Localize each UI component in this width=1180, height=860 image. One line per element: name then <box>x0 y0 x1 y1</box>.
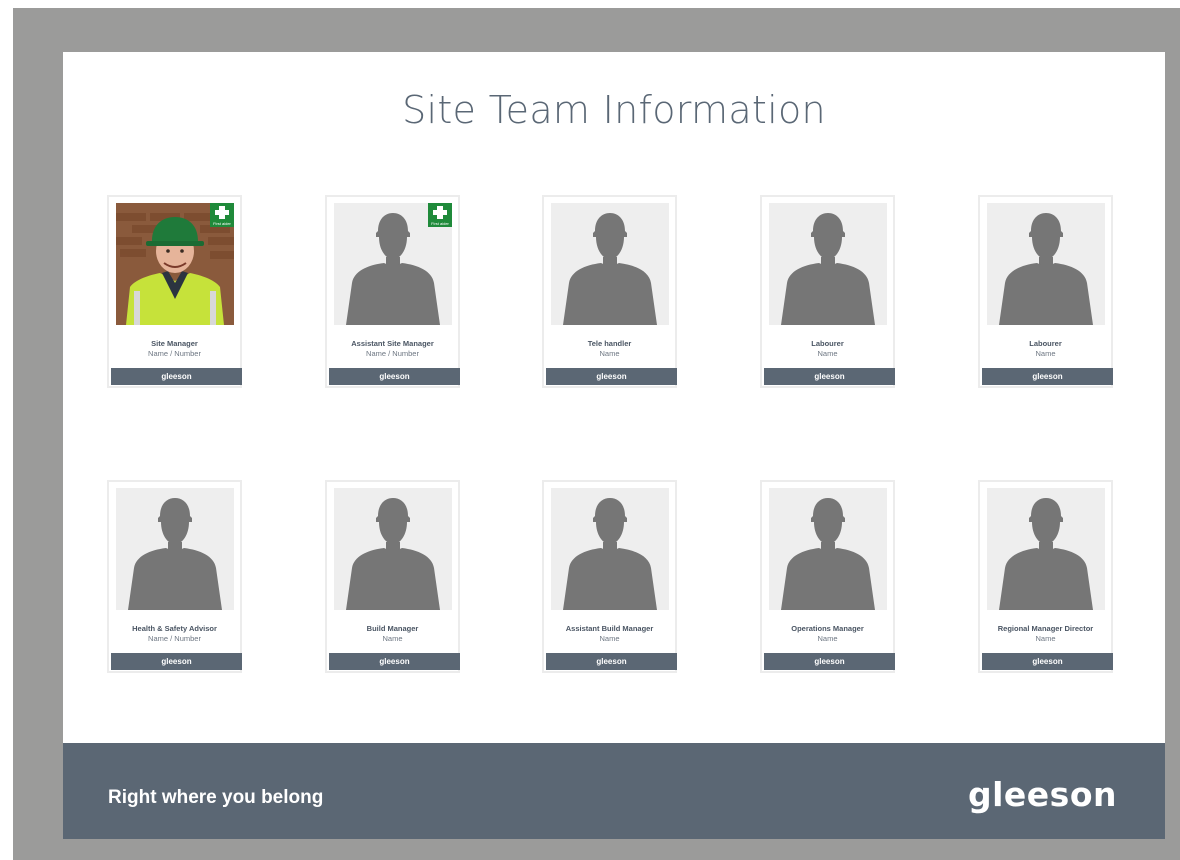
profile-placeholder: First aider <box>334 203 452 325</box>
card-brand-bar: gleeson <box>764 653 895 670</box>
card-role: Regional Manager Director <box>997 624 1094 633</box>
person-silhouette-icon <box>987 488 1105 610</box>
card-brand-bar: gleeson <box>546 653 677 670</box>
team-card: Labourer Name gleeson <box>978 195 1113 388</box>
card-name-field: Name <box>599 634 620 643</box>
card-role: Build Manager <box>366 624 419 633</box>
card-name-field: Name / Number <box>366 349 419 358</box>
card-name-field: Name <box>817 349 838 358</box>
card-role: Operations Manager <box>791 624 864 633</box>
profile-placeholder <box>769 203 887 325</box>
profile-placeholder <box>116 488 234 610</box>
gleeson-logo: gleeson <box>967 775 1117 814</box>
card-name-field: Name <box>1035 634 1056 643</box>
card-role: Site Manager <box>151 339 198 348</box>
card-brand-bar: gleeson <box>546 368 677 385</box>
card-brand-bar: gleeson <box>111 368 242 385</box>
first-aider-label: First aider <box>431 221 449 226</box>
profile-placeholder <box>987 488 1105 610</box>
profile-placeholder <box>769 488 887 610</box>
footer-tagline: Right where you belong <box>108 787 324 808</box>
card-role: Labourer <box>1029 339 1062 348</box>
team-card: Health & Safety Advisor Name / Number glee… <box>107 480 242 673</box>
team-card: Operations Manager Name gleeson <box>760 480 895 673</box>
card-brand-bar: gleeson <box>982 368 1113 385</box>
first-aid-cross-icon: First aider <box>210 203 234 227</box>
info-board: Site Team Information First aider Site Ma… <box>63 52 1165 839</box>
board-frame: Site Team Information First aider Site Ma… <box>13 8 1180 860</box>
footer-bar: Right where you belong gleeson <box>63 743 1165 839</box>
person-silhouette-icon <box>334 488 452 610</box>
profile-photo: First aider <box>116 203 234 325</box>
profile-placeholder <box>551 488 669 610</box>
team-card: First aider Site Manager Name / Number glee… <box>107 195 242 388</box>
page-title: Site Team Information <box>402 88 826 132</box>
card-brand-bar: gleeson <box>764 368 895 385</box>
profile-placeholder <box>551 203 669 325</box>
team-card: Labourer Name gleeson <box>760 195 895 388</box>
first-aider-label: First aider <box>213 221 231 226</box>
person-silhouette-icon <box>987 203 1105 325</box>
card-brand-bar: gleeson <box>329 368 460 385</box>
team-card: First aider Assistant Site Manager Name / … <box>325 195 460 388</box>
team-card: Assistant Build Manager Name gleeson <box>542 480 677 673</box>
card-role: Assistant Site Manager <box>351 339 434 348</box>
card-brand-bar: gleeson <box>982 653 1113 670</box>
card-role: Assistant Build Manager <box>565 624 654 633</box>
card-brand-bar: gleeson <box>111 653 242 670</box>
first-aid-cross-icon: First aider <box>428 203 452 227</box>
card-role: Labourer <box>811 339 844 348</box>
team-card: Regional Manager Director Name gleeson <box>978 480 1113 673</box>
profile-placeholder <box>987 203 1105 325</box>
profile-placeholder <box>334 488 452 610</box>
person-silhouette-icon <box>769 488 887 610</box>
card-name-field: Name <box>817 634 838 643</box>
card-name-field: Name <box>382 634 403 643</box>
card-brand-bar: gleeson <box>329 653 460 670</box>
team-card: Tele handler Name gleeson <box>542 195 677 388</box>
card-name-field: Name / Number <box>148 349 201 358</box>
card-name-field: Name <box>599 349 620 358</box>
card-name-field: Name / Number <box>148 634 201 643</box>
team-card: Build Manager Name gleeson <box>325 480 460 673</box>
person-silhouette-icon <box>769 203 887 325</box>
person-silhouette-icon <box>116 488 234 610</box>
card-name-field: Name <box>1035 349 1056 358</box>
card-role: Health & Safety Advisor <box>132 624 217 633</box>
card-role: Tele handler <box>587 339 632 348</box>
person-silhouette-icon <box>551 203 669 325</box>
person-silhouette-icon <box>551 488 669 610</box>
